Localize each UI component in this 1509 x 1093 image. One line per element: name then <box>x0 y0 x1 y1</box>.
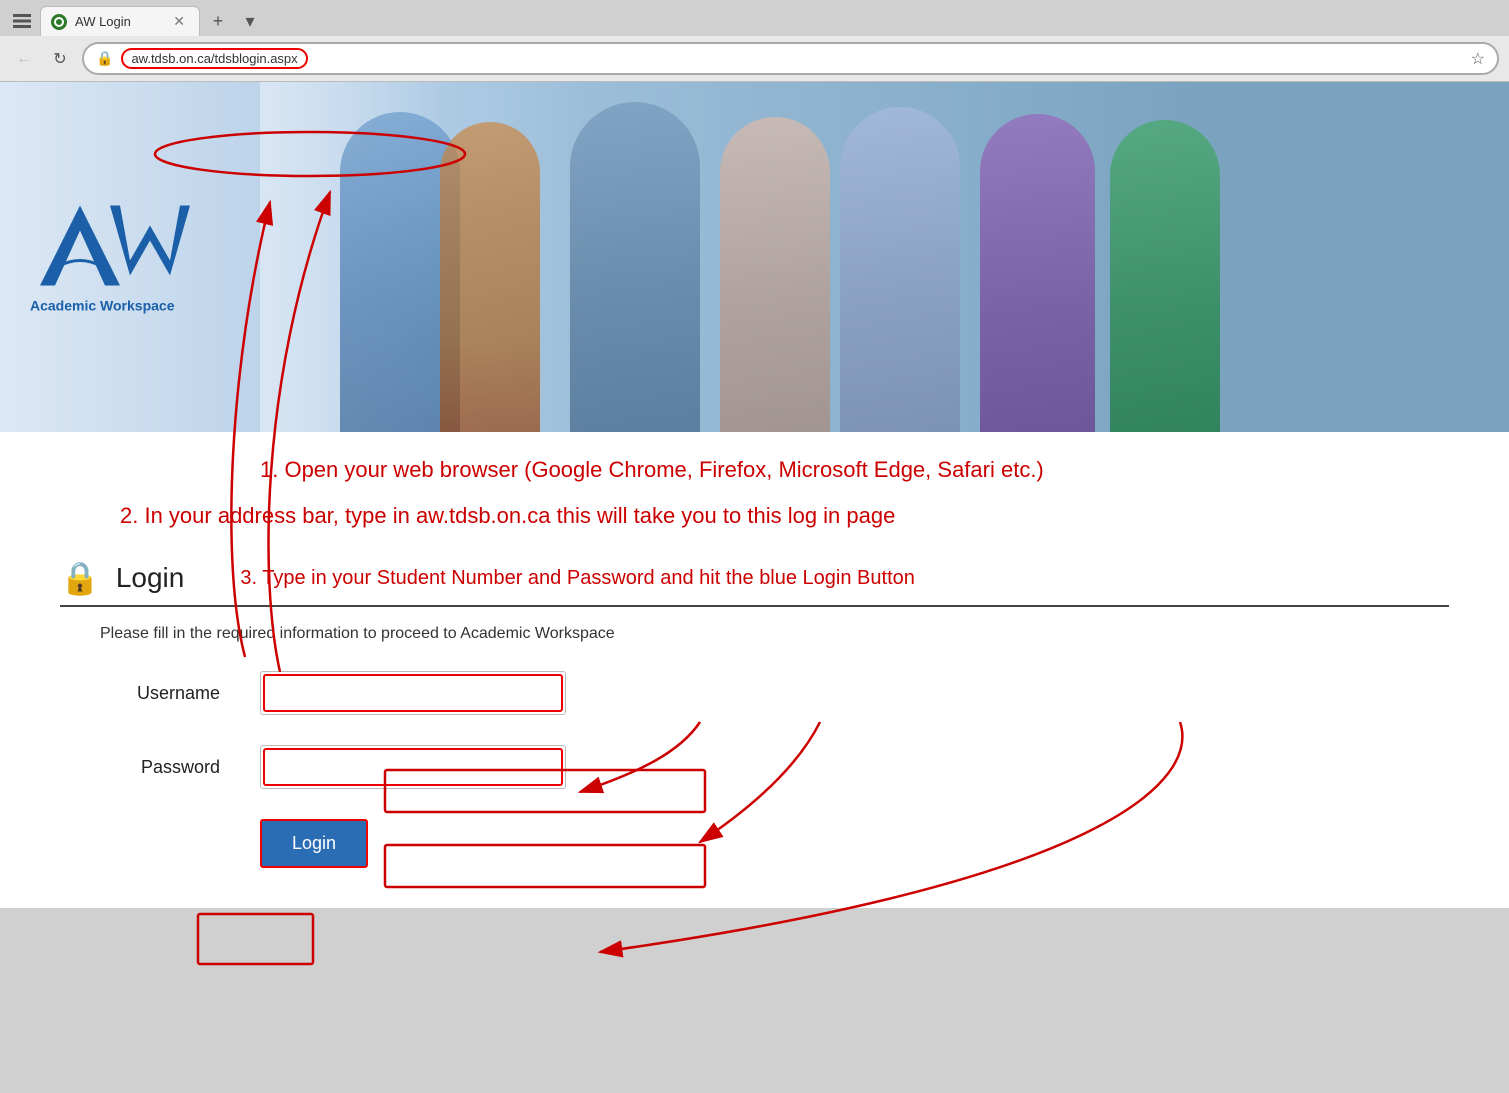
login-form-area: 🔒 Login 3. Type in your Student Number a… <box>0 539 1509 908</box>
hero-banner: Academic Workspace <box>0 82 1509 432</box>
bookmark-icon[interactable]: ☆ <box>1471 49 1485 69</box>
reload-button[interactable]: ↻ <box>46 45 74 73</box>
login-header: 🔒 Login 3. Type in your Student Number a… <box>60 559 1449 607</box>
lock-icon: 🔒 <box>96 50 113 67</box>
instructions-area: 1. Open your web browser (Google Chrome,… <box>0 432 1509 539</box>
username-input-wrapper <box>260 671 566 715</box>
instruction-step1: 1. Open your web browser (Google Chrome,… <box>260 457 1449 483</box>
login-description: Please fill in the required information … <box>100 625 1449 643</box>
username-row: Username <box>100 671 1449 715</box>
password-label: Password <box>100 757 220 778</box>
url-display[interactable]: aw.tdsb.on.ca/tdsblogin.aspx <box>121 48 307 69</box>
username-input[interactable] <box>263 674 563 712</box>
page-content: Academic Workspace 1. Open your web brow… <box>0 82 1509 908</box>
logo-text <box>30 201 250 303</box>
back-button[interactable]: ← <box>10 45 38 73</box>
tab-close-button[interactable]: ✕ <box>173 13 185 30</box>
browser-chrome: AW Login ✕ + ▾ ← ↻ 🔒 aw.tdsb.on.ca/tdsbl… <box>0 0 1509 82</box>
tab-title: AW Login <box>75 14 131 29</box>
new-tab-button[interactable]: + <box>204 7 232 35</box>
username-label: Username <box>100 683 220 704</box>
password-input-wrapper <box>260 745 566 789</box>
tab-favicon <box>51 14 67 30</box>
login-button-row: Login <box>260 819 1449 868</box>
tab-dropdown-button[interactable]: ▾ <box>236 7 264 35</box>
address-bar[interactable]: 🔒 aw.tdsb.on.ca/tdsblogin.aspx ☆ <box>82 42 1499 75</box>
password-row: Password <box>100 745 1449 789</box>
login-button[interactable]: Login <box>260 819 368 868</box>
login-title: Login <box>116 562 185 594</box>
aw-logo: Academic Workspace <box>30 201 250 314</box>
tab-bar: AW Login ✕ + ▾ <box>0 0 1509 36</box>
address-bar-row: ← ↻ 🔒 aw.tdsb.on.ca/tdsblogin.aspx ☆ <box>0 36 1509 81</box>
login-lock-icon: 🔒 <box>60 559 100 597</box>
instruction-step3: 3. Type in your Student Number and Passw… <box>240 567 915 590</box>
sidebar-toggle-button[interactable] <box>8 7 36 35</box>
password-input[interactable] <box>263 748 563 786</box>
active-tab[interactable]: AW Login ✕ <box>40 6 200 36</box>
instruction-step2: 2. In your address bar, type in aw.tdsb.… <box>120 503 1449 529</box>
